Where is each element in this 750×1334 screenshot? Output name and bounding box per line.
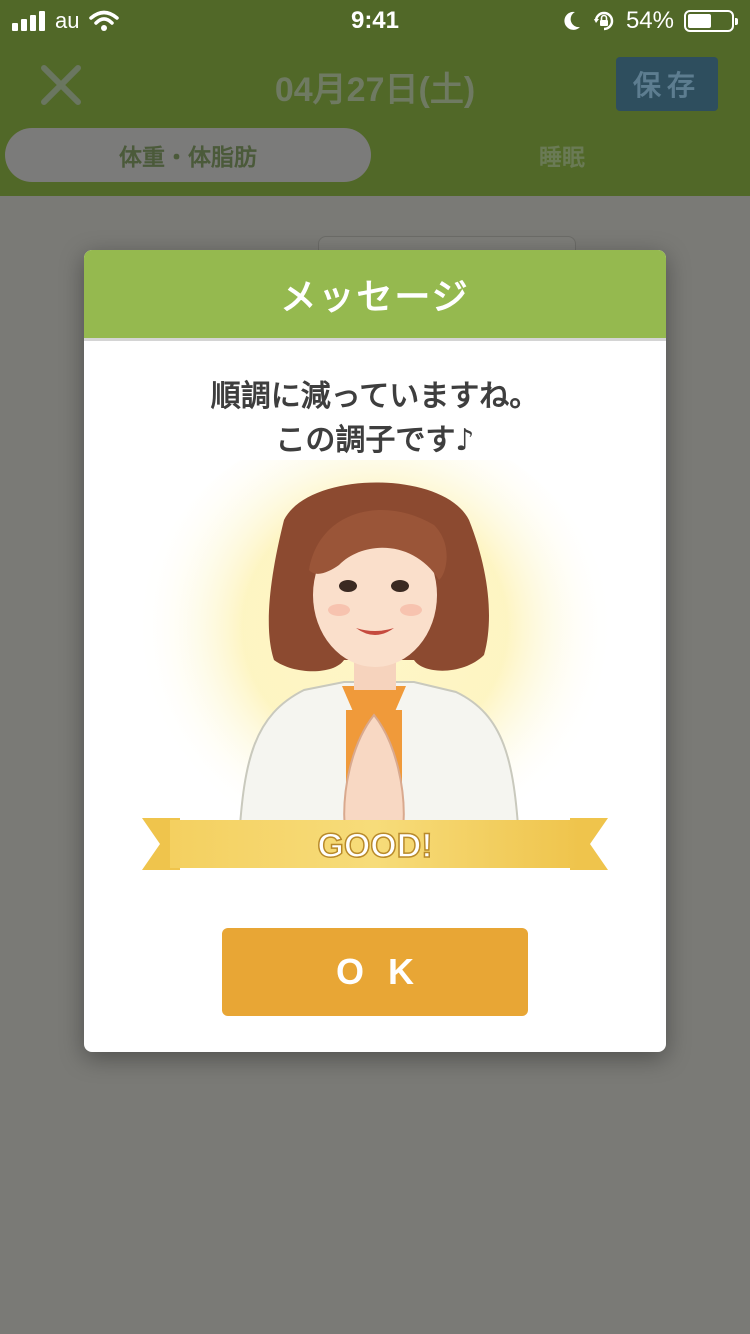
status-bar: au 9:41 54%	[0, 0, 750, 42]
doctor-illustration: GOOD!	[135, 460, 615, 880]
good-banner-text: GOOD!	[317, 827, 432, 865]
battery-percent: 54%	[625, 7, 674, 34]
tab-weight-body-fat[interactable]: 体重・体脂肪	[5, 128, 371, 182]
dialog-message: 順調に減っていますね。 この調子です♪	[84, 375, 666, 463]
ok-button[interactable]: OK	[222, 928, 528, 1016]
tab-sleep[interactable]: 睡眠	[380, 128, 744, 182]
save-button[interactable]: 保存	[616, 57, 718, 111]
moon-icon	[564, 11, 580, 30]
tab-bar: 体重・体脂肪 睡眠	[0, 128, 750, 184]
battery-level	[688, 14, 711, 28]
dialog-title: メッセージ	[84, 250, 666, 338]
message-line-1: 順調に減っていますね。	[210, 379, 540, 414]
dialog-divider	[84, 338, 666, 341]
battery-icon	[684, 10, 738, 32]
rotation-lock-icon	[593, 11, 614, 31]
nav-bar: 04月27日(土) 保存 体重・体脂肪 睡眠	[0, 42, 750, 196]
message-dialog: メッセージ 順調に減っていますね。 この調子です♪ GOOD! OK	[84, 250, 666, 1052]
status-right: 54%	[562, 7, 738, 35]
message-line-2: この調子です♪	[275, 423, 475, 458]
